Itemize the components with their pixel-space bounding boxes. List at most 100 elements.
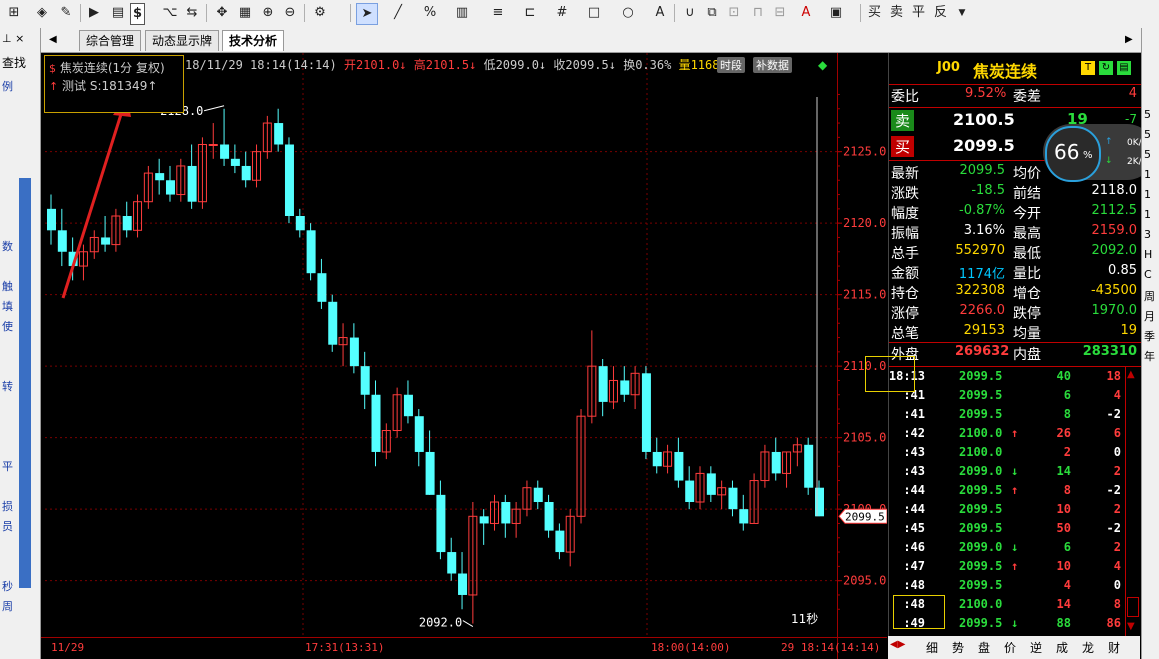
period-item[interactable]: 5 bbox=[1144, 128, 1151, 141]
left-item[interactable]: 平 bbox=[2, 458, 13, 474]
font-color-icon[interactable]: A bbox=[796, 3, 816, 23]
t-icon[interactable]: T bbox=[1081, 61, 1095, 75]
scroll-down-icon[interactable]: ▼ bbox=[1127, 621, 1135, 632]
buy-button[interactable]: 买 bbox=[866, 3, 883, 23]
period-item[interactable]: 1 bbox=[1144, 168, 1151, 181]
ruler-icon[interactable]: ▥ bbox=[452, 3, 472, 23]
percent-icon[interactable]: % bbox=[420, 3, 440, 23]
pin-icon[interactable]: ⊥ × bbox=[2, 32, 24, 45]
zoom-in-icon[interactable]: ⊕ bbox=[258, 3, 278, 23]
sell-button[interactable]: 卖 bbox=[888, 3, 905, 23]
left-item[interactable]: 例 bbox=[2, 78, 13, 94]
candle-body bbox=[414, 416, 424, 452]
period-item[interactable]: 月 bbox=[1144, 308, 1155, 324]
prev-arrow-icon[interactable]: ◀▶ bbox=[890, 639, 905, 650]
btab-price[interactable]: 价 bbox=[1004, 639, 1016, 656]
save-icon[interactable]: ▣ bbox=[826, 3, 846, 23]
btab-reverse[interactable]: 逆 bbox=[1030, 639, 1042, 656]
settings-icon[interactable]: ⚙ bbox=[310, 3, 330, 23]
resize-icon[interactable]: ▦ bbox=[235, 3, 255, 23]
tab-comprehensive[interactable]: 综合管理 bbox=[79, 30, 142, 51]
chevron-down-icon[interactable]: ▼ bbox=[952, 3, 972, 23]
rectangle-icon[interactable]: □ bbox=[584, 3, 604, 23]
line-icon[interactable]: ╱ bbox=[388, 3, 408, 23]
tick-row: :43 2099.0 ↓ 14 2 bbox=[889, 464, 1125, 483]
candle-body bbox=[804, 444, 814, 488]
period-item[interactable]: 5 bbox=[1144, 148, 1151, 161]
supplement-data-button[interactable]: 补数据 bbox=[753, 57, 792, 73]
zoom-out-icon[interactable]: ⊖ bbox=[280, 3, 300, 23]
x-tick-label: 17:31(13:31) bbox=[305, 641, 384, 654]
candlestick-chart[interactable]: 2125.02120.02115.02110.02105.02100.02095… bbox=[41, 53, 887, 659]
chart-icon[interactable]: ▤ bbox=[1117, 61, 1131, 75]
close-position-button[interactable]: 平 bbox=[910, 3, 927, 23]
currency-dropdown[interactable]: $ bbox=[130, 3, 146, 25]
period-item[interactable]: 年 bbox=[1144, 348, 1155, 364]
left-item[interactable]: 转 bbox=[2, 378, 13, 394]
left-scrollbar[interactable] bbox=[19, 178, 31, 588]
tab-dynamic-board[interactable]: 动态显示牌 bbox=[145, 30, 220, 51]
scroll-thumb[interactable] bbox=[1127, 597, 1139, 617]
tab-forward-icon[interactable]: ▶ bbox=[1119, 30, 1139, 50]
period-item[interactable]: 周 bbox=[1144, 288, 1155, 304]
quote-value: -0.87% bbox=[959, 203, 1005, 218]
period-item[interactable]: 1 bbox=[1144, 188, 1151, 201]
move-icon[interactable]: ✥ bbox=[212, 3, 232, 23]
left-item[interactable]: 使 bbox=[2, 318, 13, 334]
tab-back-icon[interactable]: ◀ bbox=[43, 30, 63, 50]
period-item[interactable]: H bbox=[1144, 248, 1152, 261]
circle-icon[interactable]: ○ bbox=[618, 3, 638, 23]
quote-row: 总笔 29153 均量 19 bbox=[889, 323, 1141, 343]
tick-price: 2099.5 bbox=[959, 483, 1003, 497]
paste-icon[interactable]: ⊡ bbox=[724, 3, 744, 23]
network-monitor[interactable]: 66 % ↑ 0K/s ↓ 2K/s bbox=[1043, 124, 1155, 182]
left-item[interactable]: 填 bbox=[2, 298, 13, 314]
grid-icon[interactable]: ⊞ bbox=[4, 3, 24, 23]
hash-icon[interactable]: # bbox=[552, 3, 572, 23]
btab-dragon[interactable]: 龙 bbox=[1082, 639, 1094, 656]
btab-trend[interactable]: 势 bbox=[952, 639, 964, 656]
play-icon[interactable]: ▶ bbox=[84, 3, 104, 23]
tab-technical-analysis[interactable]: 技术分析 bbox=[222, 30, 285, 51]
refresh-icon[interactable]: ↻ bbox=[1099, 61, 1113, 75]
left-item[interactable]: 损 bbox=[2, 498, 13, 514]
btab-finance[interactable]: 财 bbox=[1108, 639, 1120, 656]
period-item[interactable]: C bbox=[1144, 268, 1152, 281]
copy-icon[interactable]: ⧉ bbox=[702, 3, 722, 23]
btab-board[interactable]: 盘 bbox=[978, 639, 990, 656]
filter-icon[interactable]: ⌥ bbox=[160, 3, 180, 23]
compare-icon[interactable]: ⇆ bbox=[182, 3, 202, 23]
bracket-icon[interactable]: ⊏ bbox=[520, 3, 540, 23]
x-tick-label: 18:00(14:00) bbox=[651, 641, 730, 654]
timeslot-button[interactable]: 时段 bbox=[717, 57, 745, 73]
delete-icon[interactable]: ⊟ bbox=[770, 3, 790, 23]
left-item[interactable]: 周 bbox=[2, 598, 13, 614]
candle-body bbox=[155, 173, 165, 181]
tick-scrollbar[interactable]: ▲ ▼ bbox=[1125, 367, 1140, 637]
lock-icon[interactable]: ⊓ bbox=[748, 3, 768, 23]
left-item[interactable]: 员 bbox=[2, 518, 13, 534]
period-item[interactable]: 5 bbox=[1144, 108, 1151, 121]
quote-value: -18.5 bbox=[971, 183, 1005, 198]
left-item[interactable]: 数 bbox=[2, 238, 13, 254]
highlight-box bbox=[893, 595, 945, 629]
reverse-button[interactable]: 反 bbox=[932, 3, 949, 23]
edit-icon[interactable]: ✎ bbox=[56, 3, 76, 23]
btab-deals[interactable]: 成 bbox=[1056, 639, 1068, 656]
tick-change: 2 bbox=[1113, 502, 1121, 516]
chart-area[interactable]: 2125.02120.02115.02110.02105.02100.02095… bbox=[41, 53, 887, 659]
period-item[interactable]: 季 bbox=[1144, 328, 1155, 344]
left-item[interactable]: 触 bbox=[2, 278, 13, 294]
period-item[interactable]: 3 bbox=[1144, 228, 1151, 241]
magnet-icon[interactable]: ∪ bbox=[680, 3, 700, 23]
scroll-up-icon[interactable]: ▲ bbox=[1127, 369, 1135, 380]
document-icon[interactable]: ▤ bbox=[108, 3, 128, 23]
btab-detail[interactable]: 细 bbox=[926, 639, 938, 656]
left-item[interactable]: 秒 bbox=[2, 578, 13, 594]
diamond-icon[interactable]: ◈ bbox=[32, 3, 52, 23]
period-item[interactable]: 1 bbox=[1144, 208, 1151, 221]
text-icon[interactable]: A bbox=[650, 3, 670, 23]
search-label[interactable]: 查找 bbox=[2, 54, 26, 71]
cursor-icon[interactable]: ➤ bbox=[356, 3, 378, 25]
fib-icon[interactable]: ≡ bbox=[488, 3, 508, 23]
